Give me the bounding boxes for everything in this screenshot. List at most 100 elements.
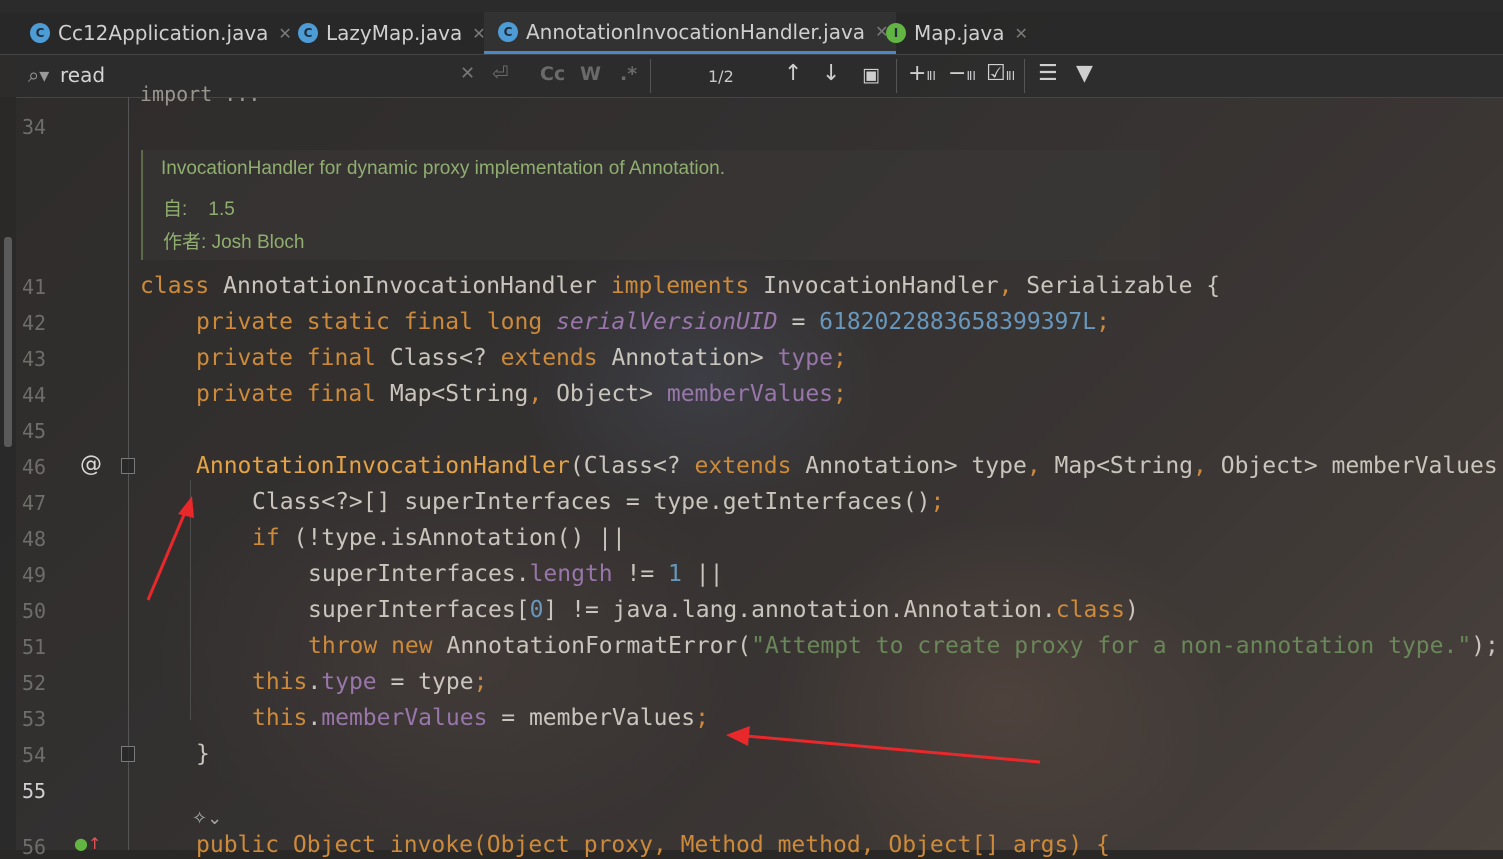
interface-icon: I	[886, 23, 906, 43]
tab-annotationinvocationhandler[interactable]: C AnnotationInvocationHandler.java ✕	[484, 12, 897, 54]
code-token: = type	[376, 669, 474, 695]
code-token: AnnotationInvocationHandler	[223, 273, 611, 299]
doc-since: 自: 1.5	[163, 199, 235, 220]
code-token: ;	[833, 345, 847, 371]
next-occurrence-icon[interactable]: ↓	[822, 61, 840, 86]
select-all-occurrences-icon[interactable]: ☑ⅡI	[986, 61, 1015, 86]
indent-guide	[190, 480, 191, 720]
line-number: 45	[22, 419, 47, 443]
collapsed-imports[interactable]: import ...	[140, 82, 260, 106]
code-token: !=	[612, 561, 669, 587]
fold-icon[interactable]	[121, 458, 135, 474]
code-token: Object>	[556, 381, 667, 407]
filter-lines-icon[interactable]: ☰	[1038, 61, 1058, 86]
code-line-49[interactable]: superInterfaces.length != 1 ||	[308, 559, 723, 589]
code-token: ;	[930, 489, 945, 515]
search-icon[interactable]: ⌕▾	[28, 63, 49, 87]
match-case-toggle[interactable]: Cc	[540, 63, 565, 85]
tab-label: Map.java	[914, 21, 1005, 45]
code-token: ;	[833, 381, 847, 407]
close-icon[interactable]: ✕	[278, 24, 291, 43]
doc-summary: InvocationHandler for dynamic proxy impl…	[161, 158, 725, 179]
new-line-icon[interactable]: ⏎	[492, 61, 509, 85]
divider	[1024, 59, 1025, 93]
code-line-43[interactable]: private final Class<? extends Annotation…	[196, 343, 847, 373]
add-selection-icon[interactable]: +ⅡI	[908, 61, 936, 86]
code-token: ] != java.lang.annotation.Annotation.	[543, 597, 1056, 623]
code-vision-icon[interactable]: ✧⌄	[192, 808, 222, 829]
code-token: "Attempt to create proxy for a non-annot…	[751, 633, 1472, 659]
code-token: private final	[196, 345, 390, 371]
background-image	[0, 0, 1503, 850]
code-token: extends	[694, 453, 806, 479]
tab-cc12application[interactable]: C Cc12Application.java ✕	[30, 12, 292, 54]
code-token: superInterfaces[	[308, 597, 530, 623]
divider	[650, 59, 651, 93]
code-token: =	[777, 309, 820, 335]
code-token: private static final long	[196, 309, 557, 335]
fold-end-icon[interactable]	[121, 746, 135, 762]
line-number: 46	[22, 455, 47, 479]
code-line-53[interactable]: this.memberValues = memberValues;	[252, 703, 709, 733]
code-token: ;	[695, 705, 709, 731]
words-toggle[interactable]: W	[580, 63, 601, 85]
code-line-46[interactable]: AnnotationInvocationHandler(Class<? exte…	[196, 451, 1498, 481]
clear-icon[interactable]: ✕	[460, 63, 475, 84]
code-token: ,	[1193, 453, 1221, 479]
previous-occurrence-icon[interactable]: ↑	[784, 61, 802, 86]
code-token: Class<?	[389, 345, 501, 371]
code-token: Annotation>	[611, 345, 778, 371]
code-token: )	[1125, 597, 1139, 623]
remove-selection-icon[interactable]: −ⅡI	[948, 61, 976, 86]
line-number: 48	[22, 527, 47, 551]
code-line-41[interactable]: class AnnotationInvocationHandler implem…	[140, 271, 1220, 301]
tab-label: Cc12Application.java	[58, 21, 269, 45]
code-editor[interactable]: class AnnotationInvocationHandler implem…	[0, 0, 1499, 767]
code-line-42[interactable]: private static final long serialVersionU…	[196, 307, 1110, 337]
code-line-52[interactable]: this.type = type;	[252, 667, 487, 697]
code-token: ,	[528, 381, 557, 407]
code-line-54[interactable]: }	[196, 739, 210, 769]
code-token: 0	[529, 597, 544, 623]
code-token: class	[140, 273, 224, 299]
code-token: memberValues	[321, 705, 488, 731]
code-line-48[interactable]: if (!type.isAnnotation() ||	[252, 523, 626, 553]
code-token: Serializable {	[1026, 273, 1221, 299]
code-line-47[interactable]: Class<?>[] superInterfaces = type.getInt…	[252, 487, 944, 517]
code-line-51[interactable]: throw new AnnotationFormatError("Attempt…	[308, 631, 1499, 661]
code-token: length	[529, 561, 613, 587]
search-query[interactable]: read	[60, 63, 105, 87]
code-token: ||	[681, 561, 724, 587]
code-token: );	[1471, 633, 1499, 659]
close-icon[interactable]: ✕	[1014, 24, 1027, 43]
line-number: 49	[22, 563, 47, 587]
code-token: AnnotationInvocationHandler	[196, 453, 570, 479]
code-token: this	[252, 669, 308, 695]
code-token: if	[252, 525, 294, 551]
line-number: 51	[22, 635, 47, 659]
line-number-current: 55	[22, 779, 47, 803]
code-token: Class<?>[] superInterfaces = type.getInt…	[252, 489, 931, 515]
regex-toggle[interactable]: .*	[620, 63, 637, 85]
code-token: 1	[668, 561, 682, 587]
code-token: Object> memberValues	[1220, 453, 1498, 479]
open-in-window-icon[interactable]: ▣	[862, 64, 880, 86]
search-input[interactable]: ⌕▾ read ✕ ⏎ Cc W .*	[16, 55, 650, 97]
gutter-run-icon[interactable]: ●↑	[74, 834, 101, 853]
code-line-50[interactable]: superInterfaces[0] != java.lang.annotati…	[308, 595, 1139, 625]
code-line-56-partial[interactable]: public Object invoke(Object proxy, Metho…	[196, 832, 1110, 858]
code-token: 6182022883658399397L	[819, 309, 1097, 335]
code-token: Annotation> type	[805, 453, 1027, 479]
filter-icon[interactable]: ▼	[1076, 61, 1093, 86]
line-number: 53	[22, 707, 47, 731]
tab-lazymap[interactable]: C LazyMap.java ✕	[298, 12, 486, 54]
code-line-44[interactable]: private final Map<String, Object> member…	[196, 379, 847, 409]
override-marker-icon[interactable]: @	[80, 452, 102, 477]
line-number: 47	[22, 491, 47, 515]
tab-map[interactable]: I Map.java ✕	[886, 12, 1028, 54]
rendered-javadoc: InvocationHandler for dynamic proxy impl…	[141, 150, 1160, 260]
class-icon: C	[498, 21, 518, 42]
line-number: 56	[22, 835, 47, 859]
line-number: 54	[22, 743, 47, 767]
code-token: .	[307, 669, 322, 695]
